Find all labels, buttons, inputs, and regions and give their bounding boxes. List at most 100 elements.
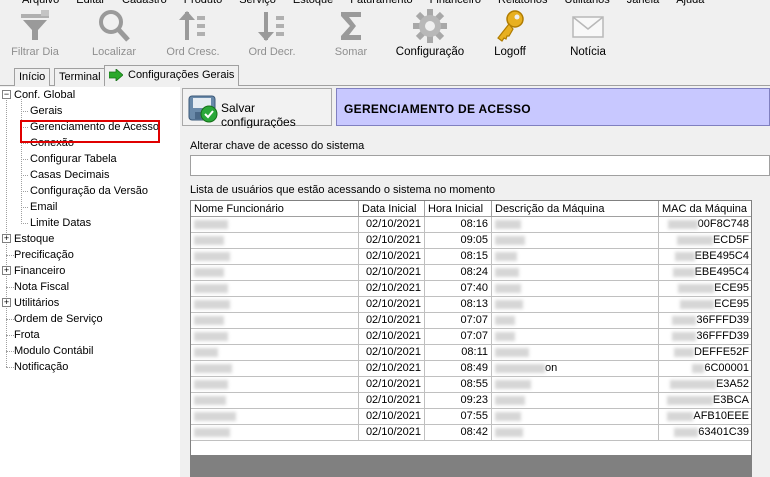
table-row[interactable]: 02/10/2021 08:42 63401C39 (191, 425, 751, 441)
column-header-data-inicial[interactable]: Data Inicial (359, 201, 425, 217)
column-header-mac[interactable]: MAC da Máquina (659, 201, 751, 217)
redacted-text (673, 347, 694, 357)
table-row[interactable]: 02/10/2021 08:16 00F8C748 (191, 217, 751, 233)
cell-text: on (545, 362, 558, 374)
noticia-button[interactable]: Notícia (563, 6, 613, 64)
cell-descricao (492, 297, 659, 313)
somar-button[interactable]: Somar (325, 6, 377, 64)
tree-item-precificacao[interactable]: Precificação (14, 248, 74, 262)
configuracao-button[interactable]: Configuração (390, 6, 470, 64)
cell-nome (191, 297, 359, 313)
tree-item-utilitarios[interactable]: Utilitários (14, 296, 59, 310)
table-row[interactable]: 02/10/2021 08:13 ECE95 (191, 297, 751, 313)
tab-bar: Início Terminal Configurações Gerais (0, 64, 770, 86)
table-row[interactable]: 02/10/2021 07:07 36FFFD39 (191, 329, 751, 345)
table-row[interactable]: 02/10/2021 09:23 E3BCA (191, 393, 751, 409)
tree-item-frota[interactable]: Frota (14, 328, 40, 342)
tree-item-estoque[interactable]: Estoque (14, 232, 54, 246)
users-grid[interactable]: Nome Funcionário Data Inicial Hora Inici… (190, 200, 752, 456)
redacted-text (194, 411, 236, 421)
tree-item-email[interactable]: Email (30, 200, 58, 214)
cell-nome (191, 249, 359, 265)
ord-decr-button[interactable]: Ord Decr. (241, 6, 303, 64)
tree-item-casas-decimais[interactable]: Casas Decimais (30, 168, 109, 182)
cell-hora-inicial: 08:15 (425, 249, 492, 265)
cell-text: 02/10/2021 (365, 298, 421, 310)
cell-mac: 36FFFD39 (659, 313, 751, 329)
access-key-input[interactable] (190, 155, 770, 176)
cell-text: 36FFFD39 (696, 330, 749, 342)
tree-item-gerais[interactable]: Gerais (30, 104, 62, 118)
tree-item-conf-global[interactable]: Conf. Global (14, 88, 75, 102)
sort-descending-icon (258, 12, 284, 41)
table-row[interactable]: 02/10/2021 07:55 AFB10EEE (191, 409, 751, 425)
redacted-text (194, 283, 228, 293)
cell-text: 02/10/2021 (365, 282, 421, 294)
tree-expand-estoque[interactable]: + (2, 234, 11, 243)
table-row[interactable]: 02/10/2021 08:24 EBE495C4 (191, 265, 751, 281)
cell-text: 6C00001 (704, 362, 749, 374)
tree-item-nota-fiscal[interactable]: Nota Fiscal (14, 280, 69, 294)
table-row[interactable]: 02/10/2021 08:55 E3A52 (191, 377, 751, 393)
column-header-hora-inicial[interactable]: Hora Inicial (425, 201, 492, 217)
redacted-text (495, 235, 525, 245)
tree-item-financeiro[interactable]: Financeiro (14, 264, 65, 278)
tree-expand-utilitarios[interactable]: + (2, 298, 11, 307)
cell-nome (191, 281, 359, 297)
redacted-text (194, 235, 224, 245)
tree-expand-financeiro[interactable]: + (2, 266, 11, 275)
cell-text: 02/10/2021 (365, 250, 421, 262)
redacted-text (669, 379, 716, 389)
cell-text: 09:05 (460, 234, 488, 246)
cell-text: 02/10/2021 (365, 218, 421, 230)
logoff-button[interactable]: Logoff (485, 6, 535, 64)
column-header-nome[interactable]: Nome Funcionário (191, 201, 359, 217)
cell-text: 02/10/2021 (365, 330, 421, 342)
tree-item-modulo-contabil[interactable]: Modulo Contábil (14, 344, 94, 358)
logoff-label: Logoff (494, 46, 526, 58)
redacted-text (672, 267, 695, 277)
tree-item-configuracao-da-versao[interactable]: Configuração da Versão (30, 184, 148, 198)
table-row[interactable]: 02/10/2021 07:40 ECE95 (191, 281, 751, 297)
cell-text: 02/10/2021 (365, 410, 421, 422)
tree-line (6, 287, 14, 288)
redacted-text (194, 331, 228, 341)
tab-inicio[interactable]: Início (14, 68, 51, 86)
redacted-text (194, 251, 230, 261)
redacted-text (667, 219, 698, 229)
table-row[interactable]: 02/10/2021 08:11 DEFFE52F (191, 345, 751, 361)
tab-configuracoes-gerais[interactable]: Configurações Gerais (104, 65, 240, 86)
localizar-button[interactable]: Localizar (85, 6, 143, 64)
tab-terminal-label: Terminal (59, 71, 101, 83)
cell-data-inicial: 02/10/2021 (359, 409, 425, 425)
cell-nome (191, 377, 359, 393)
table-row[interactable]: 02/10/2021 08:15 EBE495C4 (191, 249, 751, 265)
redacted-text (495, 363, 545, 373)
table-row[interactable]: 02/10/2021 07:07 36FFFD39 (191, 313, 751, 329)
arrow-right-icon (109, 69, 123, 82)
filtrar-dia-button[interactable]: Filtrar Dia (5, 6, 65, 64)
table-row[interactable]: 02/10/2021 08:49 on 6C00001 (191, 361, 751, 377)
tree-item-notificacao[interactable]: Notificação (14, 360, 68, 374)
cell-mac: E3BCA (659, 393, 751, 409)
salvar-configuracoes-button[interactable]: Salvar configurações (182, 88, 332, 129)
sigma-icon (341, 12, 361, 40)
tree-item-ordem-de-servico[interactable]: Ordem de Serviço (14, 312, 103, 326)
tree-item-configurar-tabela[interactable]: Configurar Tabela (30, 152, 117, 166)
cell-descricao: on (492, 361, 659, 377)
cell-hora-inicial: 07:40 (425, 281, 492, 297)
cell-hora-inicial: 08:24 (425, 265, 492, 281)
tab-terminal[interactable]: Terminal (54, 68, 106, 86)
tree-line (21, 143, 28, 144)
tree-collapse-conf-global[interactable]: − (2, 90, 11, 99)
section-title: GERENCIAMENTO DE ACESSO (344, 102, 531, 116)
somar-label: Somar (334, 46, 368, 58)
cell-text: 02/10/2021 (365, 362, 421, 374)
cell-hora-inicial: 08:16 (425, 217, 492, 233)
ord-cresc-button[interactable]: Ord Cresc. (162, 6, 224, 64)
cell-text: 08:42 (460, 426, 488, 438)
column-header-descricao[interactable]: Descrição da Máquina (492, 201, 659, 217)
table-row[interactable]: 02/10/2021 09:05 ECD5F (191, 233, 751, 249)
tree-item-limite-datas[interactable]: Limite Datas (30, 216, 91, 230)
redacted-text (680, 299, 715, 309)
